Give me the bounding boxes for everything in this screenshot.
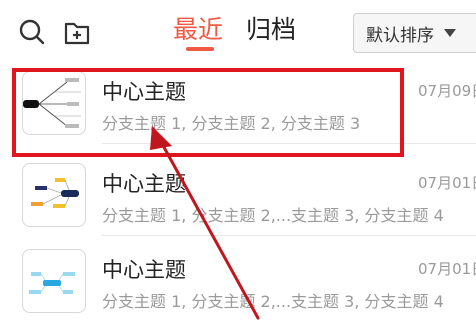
file-item[interactable]: 中心主题 分支主题 1, 分支主题 2, 分支主题 3 07月09日 (0, 62, 476, 144)
divider (102, 143, 476, 144)
file-item[interactable]: 中心主题 分支主题 1, 分支主题 2,...支主题 3, 分支主题 4 07月… (0, 240, 476, 322)
top-toolbar: 最近 归档 默认排序 (0, 0, 476, 62)
file-date: 07月01日 (418, 174, 476, 192)
search-icon[interactable] (18, 18, 46, 46)
file-subtitle: 分支主题 1, 分支主题 2,...支主题 3, 分支主题 4 (102, 206, 444, 225)
file-item[interactable]: 中心主题 分支主题 1, 分支主题 2,...支主题 3, 分支主题 4 07月… (0, 154, 476, 236)
file-date: 07月09日 (418, 82, 476, 100)
mindmap-thumbnail (22, 249, 86, 313)
tab-active-indicator (186, 47, 214, 51)
mindmap-thumbnail (22, 71, 86, 135)
folder-add-icon[interactable] (63, 18, 91, 46)
file-subtitle: 分支主题 1, 分支主题 2, 分支主题 3 (102, 114, 361, 133)
file-title: 中心主题 (102, 172, 186, 196)
file-date: 07月01日 (418, 260, 476, 278)
mindmap-thumbnail (22, 163, 86, 227)
caret-down-icon (444, 29, 456, 37)
tab-archive[interactable]: 归档 (246, 14, 296, 46)
sort-dropdown[interactable]: 默认排序 (353, 13, 476, 53)
file-subtitle: 分支主题 1, 分支主题 2,...支主题 3, 分支主题 4 (102, 292, 444, 311)
file-title: 中心主题 (102, 258, 186, 282)
tab-recent[interactable]: 最近 (173, 14, 223, 46)
file-title: 中心主题 (102, 80, 186, 104)
divider (102, 235, 476, 236)
sort-label: 默认排序 (366, 25, 434, 46)
